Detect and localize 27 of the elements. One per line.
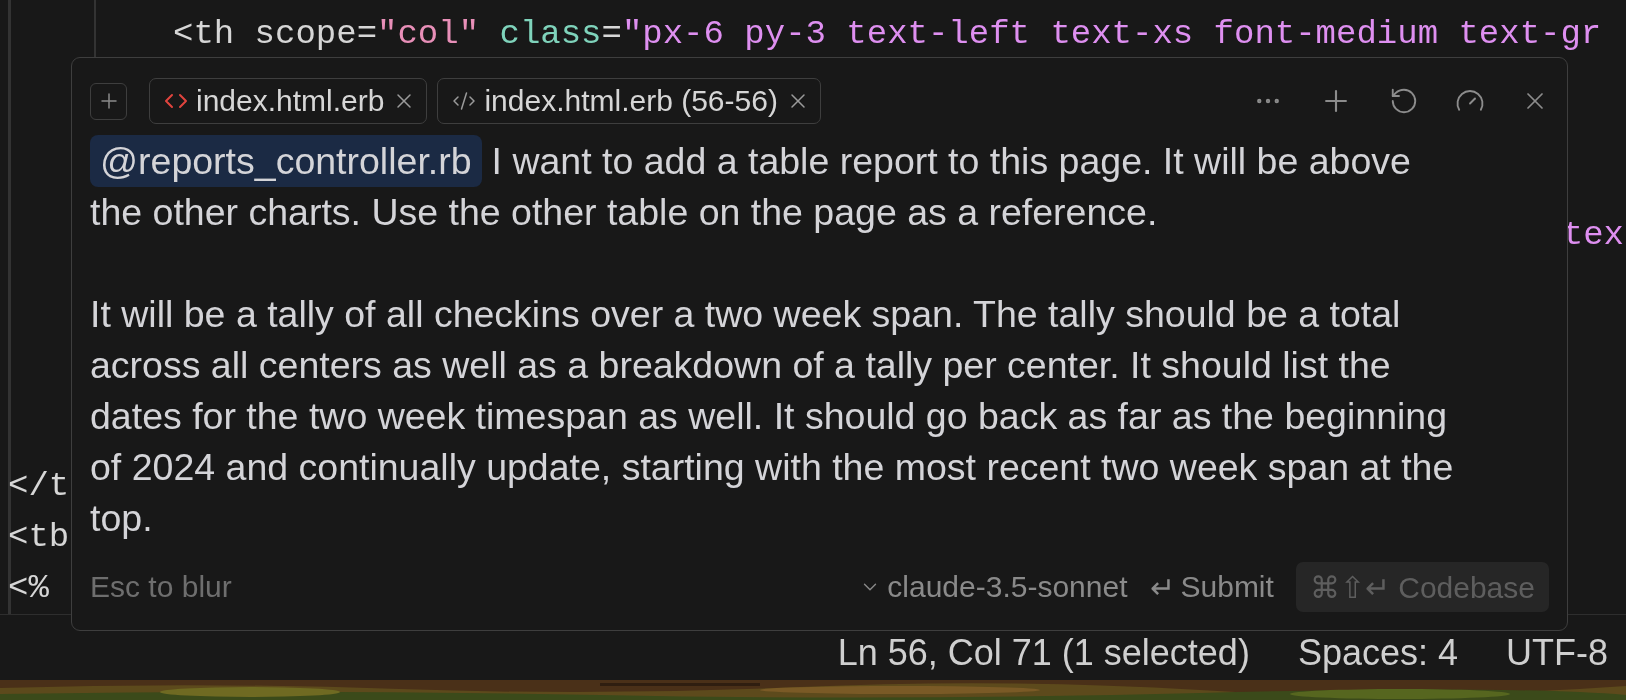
prompt-text: It will be a tally of all checkins over a two week span. The tally should be a total across all centers as well as a breakdown of a tally per center. It should list the dates for the two week timespan as well. It should go back as far as the beginning of 2024 and continually update, starting with the most recent two week span at the top.	[90, 292, 1455, 541]
model-selector[interactable]: claude-3.5-sonnet	[859, 570, 1128, 604]
tab-label: index.html.erb	[196, 84, 385, 118]
file-mention[interactable]: @reports_controller.rb	[90, 135, 482, 187]
code-token: <tb	[8, 517, 70, 558]
code-token: class	[498, 14, 602, 55]
prompt-text: @reports_controller.rb I want to add a table report to this page. It will be above the other charts. Use the other table on the page as a reference.	[90, 136, 1549, 238]
code-token: <%	[8, 568, 49, 609]
status-item[interactable]: Ln 56, Col 71 (1 selected)	[837, 635, 1250, 671]
refresh-icon[interactable]	[1389, 86, 1419, 116]
add-context-button[interactable]	[90, 82, 127, 120]
code-token: scope	[253, 14, 357, 55]
submit-button[interactable]: ↵ Submit	[1149, 569, 1274, 605]
code-token: "col"	[377, 14, 480, 55]
code-token: </t	[8, 466, 70, 507]
tab-label: index.html.erb (56-56)	[484, 84, 778, 118]
code-token: <th	[173, 14, 235, 55]
code-icon	[452, 89, 477, 113]
context-tab[interactable]: index.html.erb (56-56)	[437, 78, 821, 124]
status-item[interactable]: UTF-8	[1506, 635, 1608, 671]
code-token: "px-6 py-3 text-left text-xs font-medium text-gr	[621, 14, 1602, 55]
code-token: tex	[1562, 215, 1624, 256]
blur-hint: Esc to blur	[90, 570, 232, 604]
code-token: =	[601, 14, 622, 55]
code-token: =	[356, 14, 378, 55]
context-tab[interactable]: index.html.erb	[149, 78, 428, 124]
status-item[interactable]: Spaces: 4	[1297, 635, 1458, 671]
